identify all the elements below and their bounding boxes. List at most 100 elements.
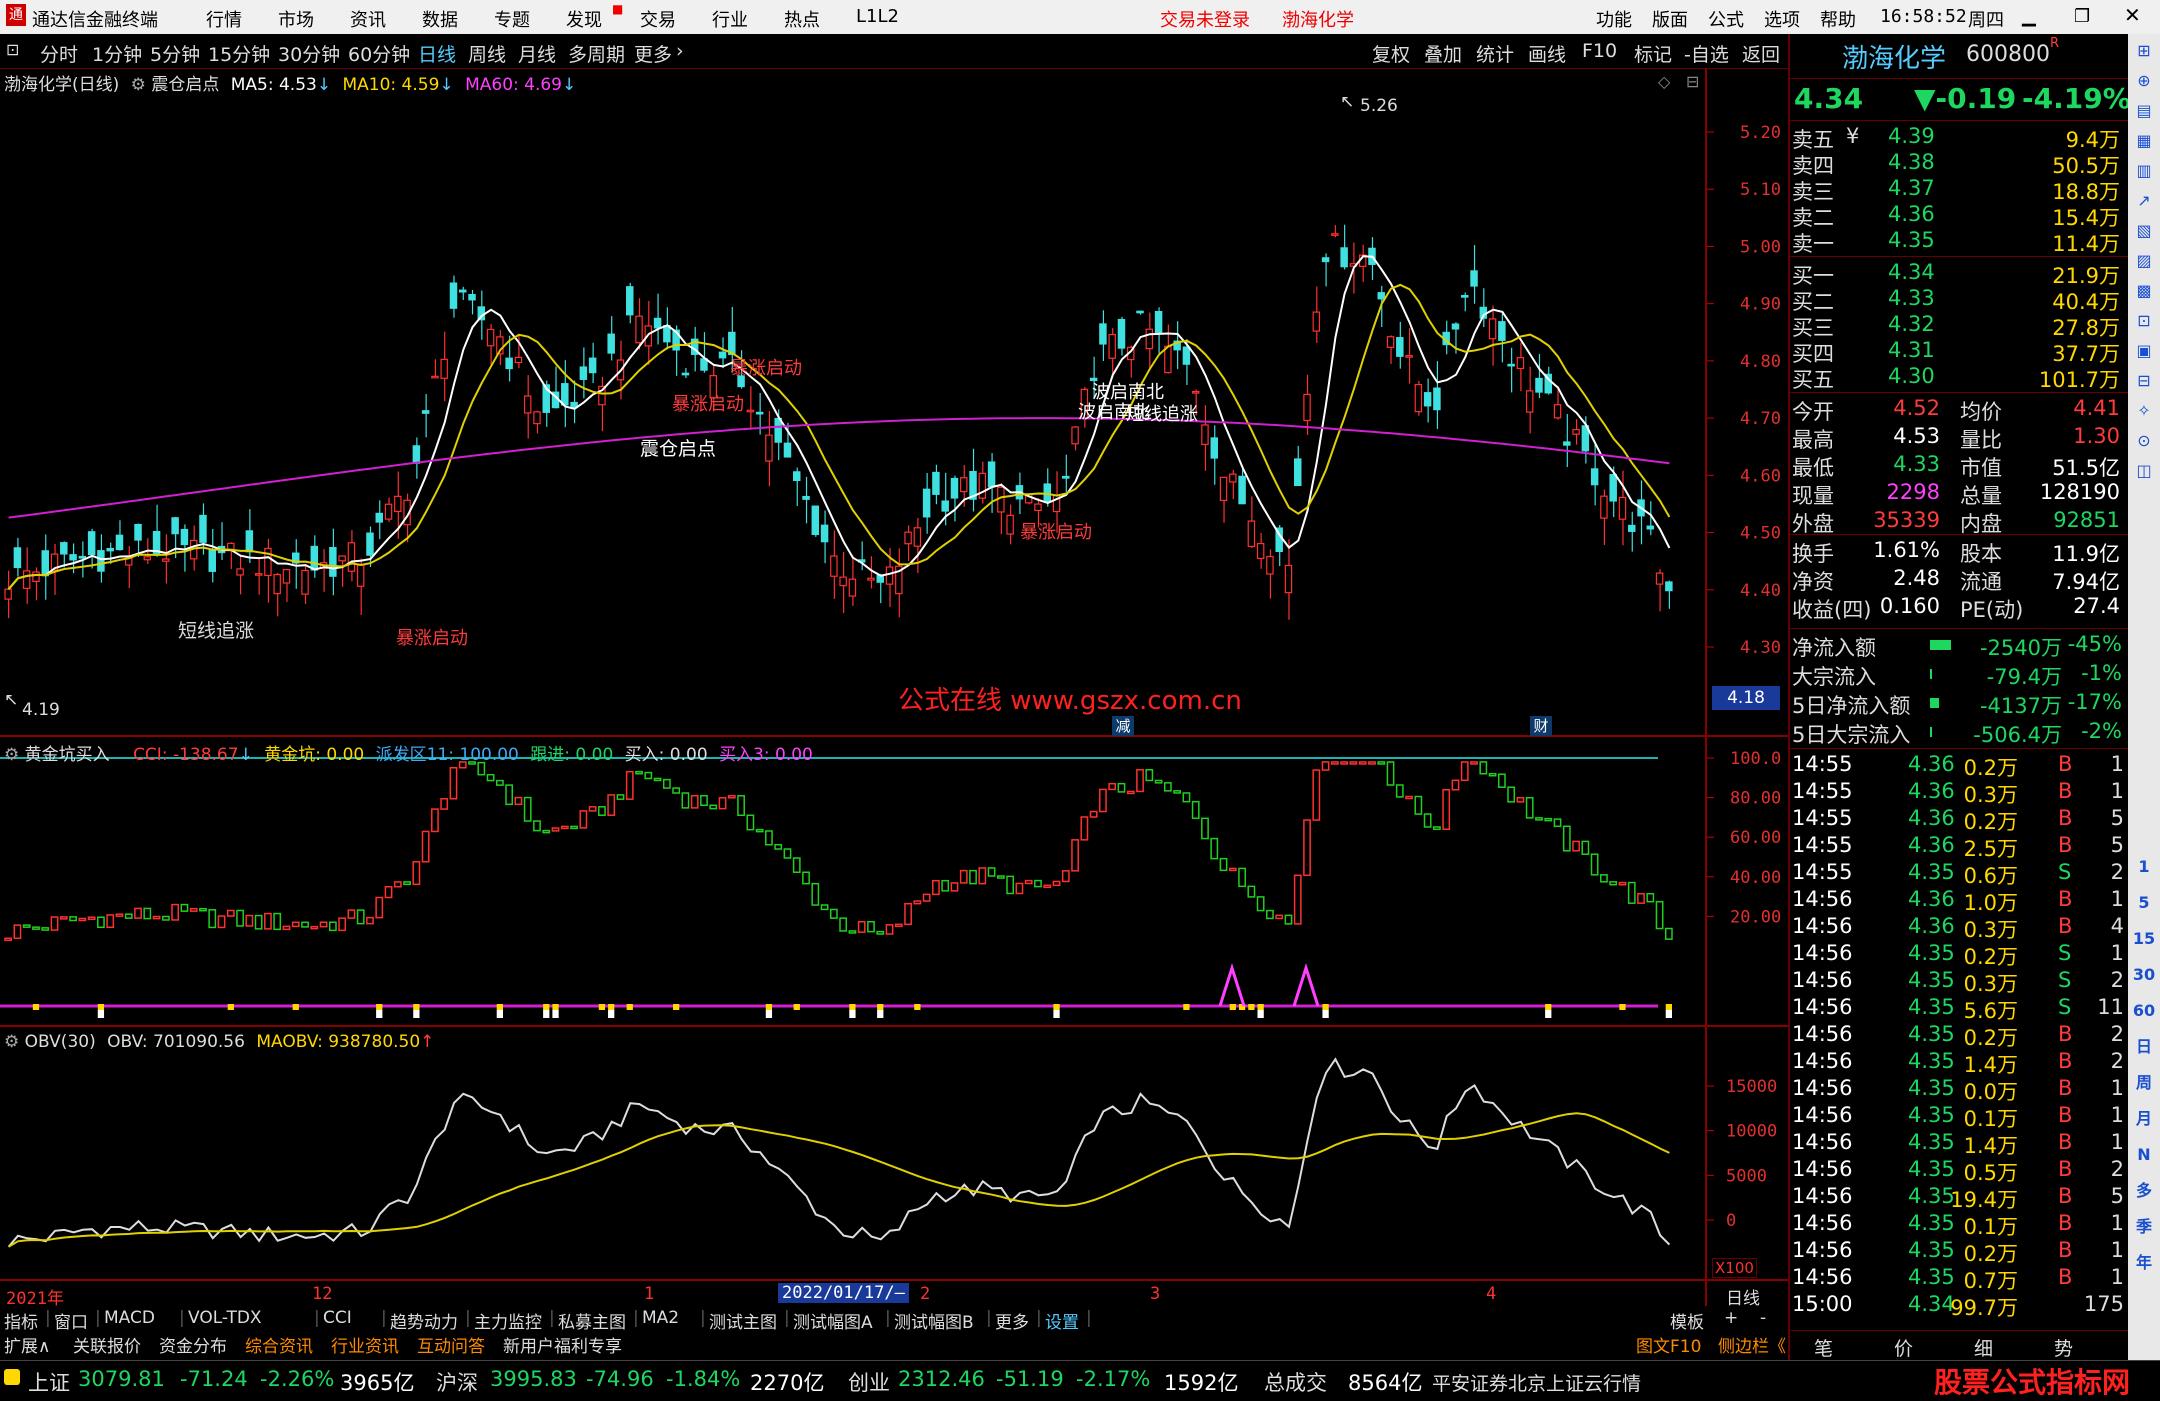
menu-数据[interactable]: 数据 — [422, 6, 458, 32]
period-30分钟[interactable]: 30分钟 — [278, 40, 340, 67]
sh-label[interactable]: 上证 — [28, 1367, 70, 1397]
tool-画线[interactable]: 画线 — [1528, 40, 1566, 67]
tool-叠加[interactable]: 叠加 — [1424, 40, 1462, 67]
menu-热点[interactable]: 热点 — [784, 6, 820, 32]
tool-复权[interactable]: 复权 — [1372, 40, 1410, 67]
indicator-tab[interactable]: 更多 — [995, 1308, 1029, 1333]
broker-name[interactable]: 平安证券北京上证云行情 — [1432, 1369, 1641, 1396]
period-1分钟[interactable]: 1分钟 — [92, 40, 142, 67]
menu-行业[interactable]: 行业 — [712, 6, 748, 32]
tool-F10[interactable]: F10 — [1582, 40, 1617, 62]
menu-行情[interactable]: 行情 — [206, 6, 242, 32]
period-分时[interactable]: 分时 — [40, 40, 78, 67]
ask-row[interactable]: 卖二 4.36 15.4万 — [1790, 202, 2130, 230]
tab-细[interactable]: 细 — [1974, 1334, 1993, 1361]
side-tool-icon[interactable]: ⊕ — [2131, 68, 2157, 94]
side-tool-icon[interactable]: ◫ — [2131, 458, 2157, 484]
formula-gear-icon[interactable]: ⚙ — [131, 75, 146, 95]
period-15分钟[interactable]: 15分钟 — [208, 40, 270, 67]
restore-icon[interactable]: ❐ — [2074, 6, 2090, 27]
bid-row[interactable]: 买三 4.32 27.8万 — [1790, 312, 2130, 340]
side-period-button[interactable]: 日 — [2131, 1034, 2157, 1060]
side-tool-icon[interactable]: ⊙ — [2131, 428, 2157, 454]
indicator-tab[interactable]: 测试幅图A — [793, 1308, 873, 1333]
period-周线[interactable]: 周线 — [468, 40, 506, 67]
bid-row[interactable]: 买五 4.30 101.7万 — [1790, 364, 2130, 392]
extension-tab[interactable]: 行业资讯 — [331, 1332, 399, 1357]
indicator-tab[interactable]: VOL-TDX — [188, 1308, 262, 1332]
side-period-button[interactable]: 季 — [2131, 1214, 2157, 1240]
menu-版面[interactable]: 版面 — [1652, 6, 1688, 32]
extension-tab[interactable]: 新用户福利专享 — [503, 1332, 622, 1357]
ask-row[interactable]: 卖一 4.35 11.4万 — [1790, 228, 2130, 256]
minimize-icon[interactable]: ▁ — [2022, 6, 2036, 27]
event-badge-finance[interactable]: 财 — [1530, 716, 1552, 736]
side-tool-icon[interactable]: ▣ — [2131, 338, 2157, 364]
side-tool-icon[interactable]: ⊟ — [2131, 368, 2157, 394]
tool-返回[interactable]: 返回 — [1742, 40, 1780, 67]
bid-row[interactable]: 买一 4.34 21.9万 — [1790, 260, 2130, 288]
indicator2-gear-icon[interactable]: ⚙ — [4, 1032, 19, 1052]
side-period-button[interactable]: 1 — [2131, 854, 2157, 880]
tool-标记[interactable]: 标记 — [1634, 40, 1672, 67]
tab-remove[interactable]: - — [1760, 1308, 1766, 1332]
panel-toggle-icon[interactable]: ⊡ — [6, 40, 19, 59]
indicator1-title[interactable]: 黄金坑买入 — [25, 745, 110, 765]
side-tool-icon[interactable]: ▧ — [2131, 218, 2157, 244]
side-period-button[interactable]: 多 — [2131, 1178, 2157, 1204]
menu-公式[interactable]: 公式 — [1708, 6, 1744, 32]
period-更多[interactable]: 更多 — [634, 40, 672, 67]
indicator2-title[interactable]: OBV(30) — [25, 1032, 96, 1052]
menu-交易[interactable]: 交易 — [640, 6, 676, 32]
menu-L1L2[interactable]: L1L2 — [856, 6, 899, 27]
side-period-button[interactable]: 15 — [2131, 926, 2157, 952]
tab-价[interactable]: 价 — [1894, 1334, 1913, 1361]
tool-统计[interactable]: 统计 — [1476, 40, 1514, 67]
ask-row[interactable]: 卖五 ¥4.39 9.4万 — [1790, 124, 2130, 152]
more-chevron-icon[interactable]: › — [676, 40, 684, 62]
cy-label[interactable]: 创业 — [848, 1367, 890, 1397]
expand-icon[interactable]: ⊟ — [1686, 72, 1699, 91]
extension-tab[interactable]: 扩展∧ — [4, 1332, 50, 1357]
indicator-tab[interactable]: MACD — [104, 1308, 155, 1332]
period-月线[interactable]: 月线 — [518, 40, 556, 67]
side-period-button[interactable]: 5 — [2131, 890, 2157, 916]
extension-tab[interactable]: 资金分布 — [159, 1332, 227, 1357]
period-多周期[interactable]: 多周期 — [568, 40, 625, 67]
period-日线[interactable]: 日线 — [418, 40, 456, 67]
side-tool-icon[interactable]: ⊡ — [2131, 308, 2157, 334]
indicator-tab[interactable]: 设置 — [1045, 1308, 1079, 1333]
menu-功能[interactable]: 功能 — [1596, 6, 1632, 32]
diamond-icon[interactable]: ◇ — [1658, 72, 1670, 91]
indicator-tab[interactable]: 指标 — [4, 1308, 38, 1333]
tab-sidebar[interactable]: 侧边栏《 — [1718, 1332, 1786, 1357]
side-period-button[interactable]: 周 — [2131, 1070, 2157, 1096]
login-status[interactable]: 交易未登录 — [1160, 6, 1250, 32]
indicator1-gear-icon[interactable]: ⚙ — [4, 745, 19, 765]
indicator-tab[interactable]: 主力监控 — [474, 1308, 542, 1333]
side-period-button[interactable]: 月 — [2131, 1106, 2157, 1132]
indicator-tab[interactable]: 窗口 — [54, 1308, 88, 1333]
menu-专题[interactable]: 专题 — [494, 6, 530, 32]
menu-发现[interactable]: 发现 — [566, 6, 602, 32]
formula-name[interactable]: 震仓启点 — [151, 75, 219, 95]
indicator-tab[interactable]: 私募主图 — [558, 1308, 626, 1333]
side-period-button[interactable]: 年 — [2131, 1250, 2157, 1276]
tab-add[interactable]: + — [1724, 1308, 1738, 1332]
ask-row[interactable]: 卖三 4.37 18.8万 — [1790, 176, 2130, 204]
indicator-tab[interactable]: MA2 — [642, 1308, 679, 1332]
tab-势[interactable]: 势 — [2054, 1334, 2073, 1361]
event-badge-reduce[interactable]: 减 — [1112, 716, 1134, 736]
side-period-button[interactable]: 60 — [2131, 998, 2157, 1024]
side-tool-icon[interactable]: ↗ — [2131, 188, 2157, 214]
menu-市场[interactable]: 市场 — [278, 6, 314, 32]
bid-row[interactable]: 买四 4.31 37.7万 — [1790, 338, 2130, 366]
tab-template[interactable]: 模板 — [1670, 1308, 1704, 1333]
bid-row[interactable]: 买二 4.33 40.4万 — [1790, 286, 2130, 314]
indicator-tab[interactable]: 测试主图 — [709, 1308, 777, 1333]
side-tool-icon[interactable]: ▦ — [2131, 128, 2157, 154]
indicator-tab[interactable]: 趋势动力 — [390, 1308, 458, 1333]
indicator-tab[interactable]: CCI — [323, 1308, 352, 1332]
side-tool-icon[interactable]: ⊞ — [2131, 38, 2157, 64]
extension-tab[interactable]: 互动问答 — [417, 1332, 485, 1357]
